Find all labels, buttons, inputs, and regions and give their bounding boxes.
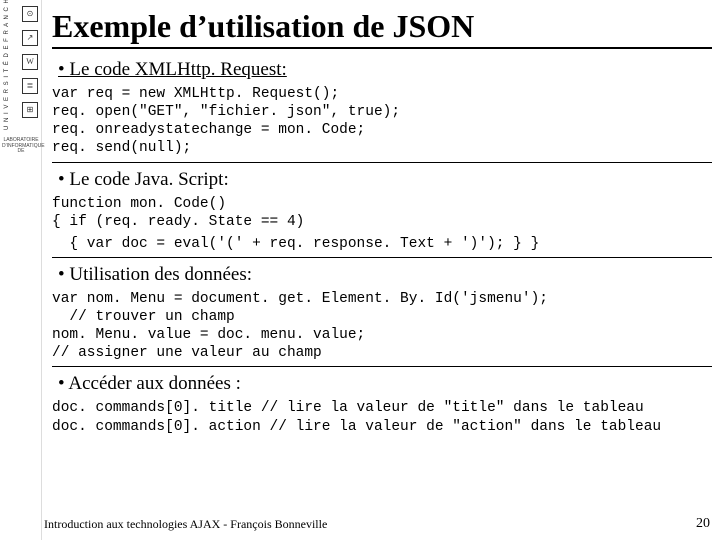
section-heading-4: Accéder aux données : <box>58 373 712 395</box>
sidebar-box-2: W <box>22 54 38 70</box>
lab-label: LABORATOIRE D'INFORMATIQUE DE <box>2 138 40 155</box>
university-label: U N I V E R S I T É D E F R A N C H E - … <box>4 0 10 130</box>
sidebar: U N I V E R S I T É D E F R A N C H E - … <box>0 0 42 540</box>
sidebar-box-1: ↗ <box>22 30 38 46</box>
code-block-4: doc. commands[0]. title // lire la valeu… <box>52 397 712 439</box>
page-number: 20 <box>696 516 710 532</box>
slide-title: Exemple d’utilisation de JSON <box>52 8 712 49</box>
code-block-3: var nom. Menu = document. get. Element. … <box>52 288 712 368</box>
sidebar-box-0: ⊙ <box>22 6 38 22</box>
slide-content: Exemple d’utilisation de JSON Le code XM… <box>44 0 720 444</box>
section-heading-3: Utilisation des données: <box>58 264 712 286</box>
footer-text: Introduction aux technologies AJAX - Fra… <box>44 517 327 532</box>
sidebar-box-3: ≣ <box>22 78 38 94</box>
section-heading-1: Le code Java. Script: <box>58 169 712 191</box>
section-heading-0: Le code XMLHttp. Request: <box>58 59 712 81</box>
code-block-1: function mon. Code() { if (req. ready. S… <box>52 193 712 233</box>
sidebar-box-4: ⊞ <box>22 102 38 118</box>
code-block-2: { var doc = eval('(' + req. response. Te… <box>52 233 712 258</box>
code-block-0: var req = new XMLHttp. Request(); req. o… <box>52 83 712 163</box>
